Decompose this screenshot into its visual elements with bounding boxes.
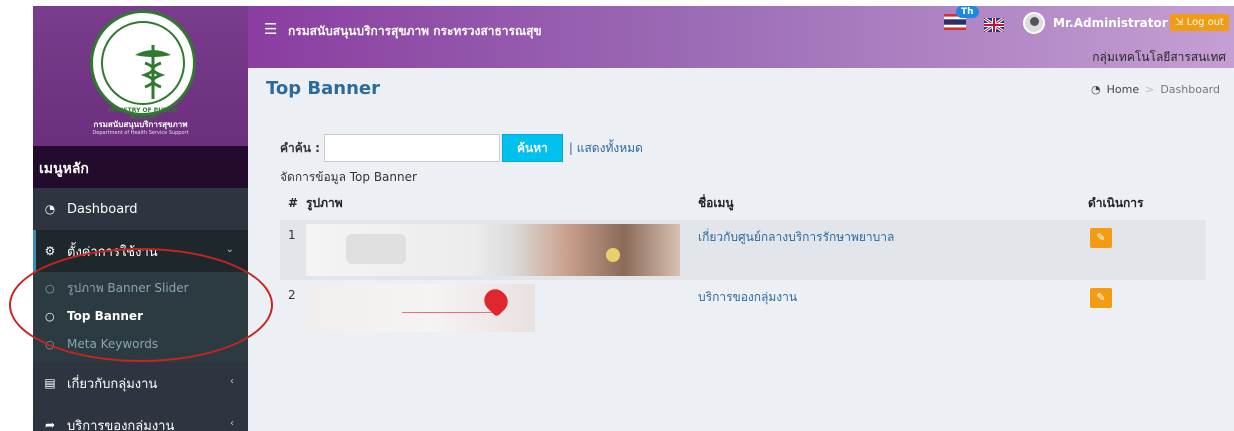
caduceus-icon bbox=[135, 45, 171, 99]
submenu-item-label: รูปภาพ Banner Slider bbox=[67, 280, 189, 295]
topbar-title: กรมสนับสนุนบริการสุขภาพ กระทรวงสาธารณสุข bbox=[288, 24, 542, 38]
submenu-item-label: Meta Keywords bbox=[67, 337, 159, 351]
main-content: Top Banner ◔ Home > Dashboard คำค้น : ค้… bbox=[248, 68, 1234, 431]
pencil-icon: ✎ bbox=[1096, 231, 1106, 244]
user-avatar[interactable] bbox=[1023, 12, 1045, 34]
brand-subtitle: Department of Health Service Support bbox=[92, 130, 189, 136]
dashboard-icon: ◔ bbox=[44, 202, 56, 216]
row-action-cell: ✎ bbox=[1088, 220, 1206, 280]
logo-inner-ring: MINISTRY OF PUBLIC HEALTH bbox=[101, 21, 185, 121]
header-image: รูปภาพ bbox=[306, 195, 343, 210]
banner-table: # รูปภาพ ชื่อเมนู ดำเนินการ 1 เกี่ยวกับศ… bbox=[280, 186, 1206, 338]
row-name-cell: เกี่ยวกับศูนย์กลางบริการรักษาพยาบาล bbox=[698, 220, 1088, 280]
row-num: 1 bbox=[280, 220, 306, 280]
settings-icon: ⚙ bbox=[44, 244, 56, 258]
brand-header: MINISTRY OF PUBLIC HEALTH กรมสนับสนุนบริ… bbox=[33, 6, 248, 146]
banner-thumbnail bbox=[306, 224, 680, 276]
logout-button[interactable]: ⇲ Log out bbox=[1170, 14, 1229, 31]
row-action-cell: ✎ bbox=[1088, 280, 1206, 338]
sidebar-item-about[interactable]: ▤ เกี่ยวกับกลุ่มงาน ‹ bbox=[33, 362, 248, 404]
thumbnail-detail bbox=[346, 234, 406, 264]
sidebar-item-label: บริการของกลุ่มงาน bbox=[67, 418, 175, 431]
logout-label: Log out bbox=[1186, 17, 1224, 28]
search-row: คำค้น : ค้นหา | แสดงทั้งหมด bbox=[280, 134, 643, 162]
brand-name: กรมสนับสนุนบริการสุขภาพ bbox=[93, 120, 188, 129]
edit-button[interactable]: ✎ bbox=[1090, 228, 1112, 248]
menu-toggle-icon[interactable]: ☰ bbox=[264, 20, 277, 38]
sidebar-item-label: เกี่ยวกับกลุ่มงาน bbox=[67, 376, 158, 392]
header-action: ดำเนินการ bbox=[1088, 195, 1144, 210]
user-name[interactable]: Mr.Administrator bbox=[1053, 16, 1168, 30]
sidebar-item-label: ตั้งค่าการใช้งาน bbox=[67, 244, 158, 260]
circle-icon: ○ bbox=[45, 337, 55, 351]
submenu-item-banner-slider[interactable]: ○ รูปภาพ Banner Slider bbox=[33, 274, 248, 302]
table-row: 2 บริการของกลุ่มงาน ✎ bbox=[280, 280, 1206, 338]
sidebar-item-settings[interactable]: ⚙ ตั้งค่าการใช้งาน ⌄ bbox=[33, 230, 248, 272]
table-row: 1 เกี่ยวกับศูนย์กลางบริการรักษาพยาบาล ✎ bbox=[280, 220, 1206, 280]
banner-thumbnail bbox=[306, 284, 535, 332]
show-all-link[interactable]: | แสดงทั้งหมด bbox=[569, 139, 643, 158]
row-name-cell: บริการของกลุ่มงาน bbox=[698, 280, 1088, 338]
sidebar-item-services[interactable]: ➦ บริการของกลุ่มงาน ‹ bbox=[33, 404, 248, 431]
table-header-row: # รูปภาพ ชื่อเมนู ดำเนินการ bbox=[280, 186, 1206, 220]
chevron-left-icon: ‹ bbox=[230, 418, 234, 429]
breadcrumb-home[interactable]: Home bbox=[1107, 83, 1139, 96]
breadcrumb-dashboard: Dashboard bbox=[1160, 83, 1220, 96]
header-num: # bbox=[288, 196, 299, 210]
edit-button[interactable]: ✎ bbox=[1090, 288, 1112, 308]
page-title: Top Banner bbox=[266, 78, 380, 99]
submenu-item-label: Top Banner bbox=[67, 309, 143, 323]
row-image-cell bbox=[306, 280, 698, 338]
table-caption: จัดการข้อมูล Top Banner bbox=[280, 170, 417, 184]
department-name: กลุ่มเทคโนโลยีสารสนเทศ bbox=[1092, 50, 1226, 64]
thumbnail-detail bbox=[606, 248, 620, 262]
circle-icon: ○ bbox=[45, 309, 55, 323]
ministry-logo[interactable]: MINISTRY OF PUBLIC HEALTH bbox=[90, 10, 196, 121]
submenu-item-meta-keywords[interactable]: ○ Meta Keywords bbox=[33, 330, 248, 358]
breadcrumb-separator: > bbox=[1145, 83, 1155, 96]
submenu-item-top-banner[interactable]: ○ Top Banner bbox=[33, 302, 248, 330]
logout-icon: ⇲ bbox=[1175, 17, 1187, 28]
share-icon: ➦ bbox=[44, 418, 56, 431]
breadcrumb: ◔ Home > Dashboard bbox=[1091, 83, 1220, 96]
search-input[interactable] bbox=[323, 134, 500, 162]
chevron-down-icon: ⌄ bbox=[225, 244, 234, 255]
uk-flag-icon[interactable] bbox=[984, 18, 1004, 32]
sidebar-item-label: Dashboard bbox=[67, 201, 138, 217]
pencil-icon: ✎ bbox=[1096, 291, 1106, 304]
language-badge: Th bbox=[956, 6, 979, 18]
row-num: 2 bbox=[280, 280, 306, 338]
top-bar: ☰ กรมสนับสนุนบริการสุขภาพ กระทรวงสาธารณส… bbox=[248, 6, 1234, 68]
thumbnail-detail bbox=[402, 312, 492, 313]
search-button[interactable]: ค้นหา bbox=[501, 134, 563, 162]
row-name-link[interactable]: เกี่ยวกับศูนย์กลางบริการรักษาพยาบาล bbox=[698, 230, 894, 244]
sidebar: MINISTRY OF PUBLIC HEALTH กรมสนับสนุนบริ… bbox=[33, 6, 248, 431]
sidebar-item-dashboard[interactable]: ◔ Dashboard bbox=[33, 188, 248, 230]
header-name: ชื่อเมนู bbox=[698, 195, 734, 210]
menu-header: เมนูหลัก bbox=[33, 146, 248, 188]
row-image-cell bbox=[306, 220, 698, 280]
circle-icon: ○ bbox=[45, 281, 55, 295]
dashboard-icon: ◔ bbox=[1091, 83, 1101, 96]
chevron-left-icon: ‹ bbox=[230, 376, 234, 387]
settings-submenu: ○ รูปภาพ Banner Slider ○ Top Banner ○ Me… bbox=[33, 272, 248, 362]
row-name-link[interactable]: บริการของกลุ่มงาน bbox=[698, 290, 797, 304]
book-icon: ▤ bbox=[44, 376, 56, 390]
search-label: คำค้น : bbox=[280, 140, 320, 155]
logo-ring-text: MINISTRY OF PUBLIC HEALTH bbox=[107, 107, 179, 121]
